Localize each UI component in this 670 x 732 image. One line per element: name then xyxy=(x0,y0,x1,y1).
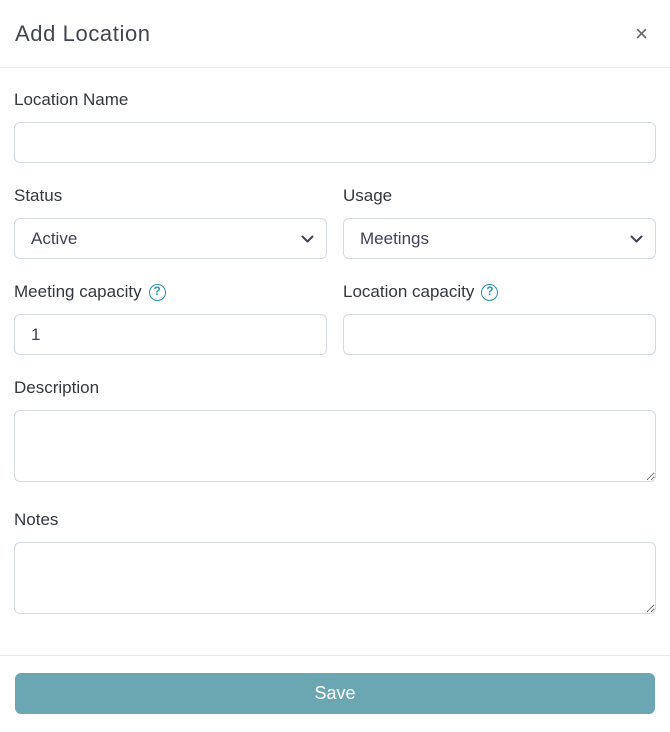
status-usage-row: Status Active Usage Meetings xyxy=(14,186,656,259)
location-name-input[interactable] xyxy=(14,122,656,163)
help-icon[interactable]: ? xyxy=(481,284,498,301)
capacity-row: Meeting capacity ? Location capacity ? xyxy=(14,282,656,355)
meeting-capacity-label-row: Meeting capacity ? xyxy=(14,282,327,302)
add-location-modal: Add Location × Location Name Status Acti… xyxy=(0,0,670,732)
meeting-capacity-label: Meeting capacity xyxy=(14,282,142,302)
description-label: Description xyxy=(14,378,656,398)
location-name-group: Location Name xyxy=(14,90,656,163)
notes-textarea[interactable] xyxy=(14,542,656,614)
status-select-wrap: Active xyxy=(14,218,327,259)
meeting-capacity-input[interactable] xyxy=(14,314,327,355)
status-select[interactable]: Active xyxy=(14,218,327,259)
modal-title: Add Location xyxy=(15,21,151,47)
usage-select-wrap: Meetings xyxy=(343,218,656,259)
usage-select[interactable]: Meetings xyxy=(343,218,656,259)
close-button[interactable]: × xyxy=(629,19,654,49)
help-icon[interactable]: ? xyxy=(149,284,166,301)
location-name-label: Location Name xyxy=(14,90,656,110)
description-group: Description xyxy=(14,378,656,487)
save-button[interactable]: Save xyxy=(15,673,655,714)
close-icon: × xyxy=(635,21,648,46)
description-textarea[interactable] xyxy=(14,410,656,482)
notes-group: Notes xyxy=(14,510,656,619)
location-capacity-label-row: Location capacity ? xyxy=(343,282,656,302)
status-col: Status Active xyxy=(14,186,327,259)
modal-footer: Save xyxy=(0,655,670,732)
status-label: Status xyxy=(14,186,327,206)
notes-label: Notes xyxy=(14,510,656,530)
usage-col: Usage Meetings xyxy=(343,186,656,259)
modal-body: Location Name Status Active Usage xyxy=(0,68,670,655)
meeting-capacity-col: Meeting capacity ? xyxy=(14,282,327,355)
usage-label: Usage xyxy=(343,186,656,206)
location-capacity-input[interactable] xyxy=(343,314,656,355)
modal-header: Add Location × xyxy=(0,0,670,68)
location-capacity-col: Location capacity ? xyxy=(343,282,656,355)
location-capacity-label: Location capacity xyxy=(343,282,474,302)
